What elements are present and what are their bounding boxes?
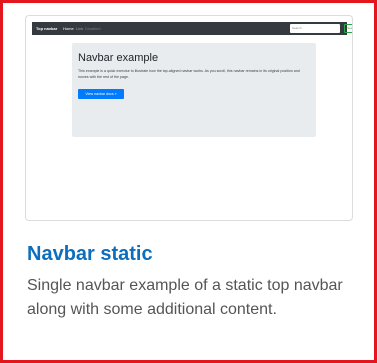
thumbnail-navbar: Top navbar Home Link Disabled Search Sea… — [32, 22, 352, 35]
thumbnail-navbar-brand: Top navbar — [36, 26, 58, 31]
thumbnail-jumbotron: Navbar example This example is a quick e… — [72, 43, 316, 137]
thumbnail-nav-link-home: Home — [63, 26, 74, 31]
thumbnail-search-button: Search — [344, 24, 352, 33]
thumbnail-nav-link: Link — [76, 26, 84, 31]
card-title-link[interactable]: Navbar static — [27, 243, 153, 266]
thumbnail-jumbotron-title: Navbar example — [78, 52, 159, 64]
card-description: Single navbar example of a static top na… — [27, 277, 343, 318]
thumbnail-jumbotron-lead: This example is a quick exercise to illu… — [78, 69, 300, 79]
thumbnail-docs-button: View navbar docs » — [78, 89, 124, 99]
thumbnail-search-input: Search — [290, 24, 340, 33]
example-card[interactable]: Top navbar Home Link Disabled Search Sea… — [0, 0, 377, 363]
thumbnail-nav-link-disabled: Disabled — [85, 26, 101, 31]
example-thumbnail[interactable]: Top navbar Home Link Disabled Search Sea… — [25, 15, 353, 221]
